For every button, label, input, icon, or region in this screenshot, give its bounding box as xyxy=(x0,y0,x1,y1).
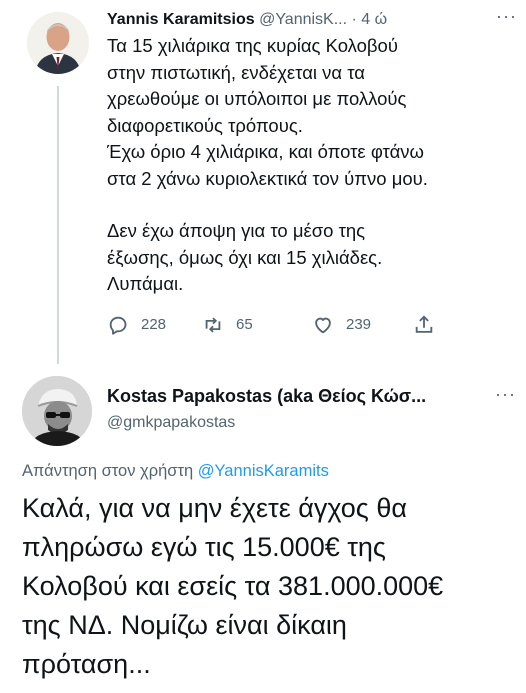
retweet-icon xyxy=(205,317,221,333)
reply-icon xyxy=(109,316,127,335)
retweet-button[interactable]: 65 xyxy=(202,313,253,337)
reply-to-prefix: Απάντηση στον χρήστη xyxy=(22,462,194,480)
reply-count: 228 xyxy=(141,316,167,333)
reply-button[interactable]: 228 xyxy=(107,313,166,337)
more-options-icon[interactable]: ··· xyxy=(496,6,517,26)
like-button[interactable]: 239 xyxy=(312,313,371,337)
like-count: 239 xyxy=(346,316,372,333)
tweet2-author-name[interactable]: Kostas Papakostas (aka Θείος Κώσ... xyxy=(107,385,517,407)
tweet1-separator: · xyxy=(351,11,357,28)
share-icon xyxy=(415,315,433,333)
tweet1-paragraph-2: Δεν έχω άποψη για το μέσο της έξωσης, όμ… xyxy=(107,220,383,294)
reply-to-mention-link[interactable]: @YannisKaramits xyxy=(198,462,329,480)
tweet1-body: Τα 15 χιλιάρικα της κυρίας Κολοβού στην … xyxy=(107,33,517,298)
tweet2-body: Καλά, για να μην έχετε άγχος θα πληρώσω … xyxy=(22,493,444,679)
tweet1-timestamp[interactable]: 4 ώ xyxy=(361,11,387,28)
reply-to-line: Απάντηση στον χρήστη @YannisKaramits xyxy=(22,461,329,481)
tweet1-action-bar: 228 65 239 xyxy=(107,313,447,337)
avatar-image xyxy=(27,12,89,74)
tweet1-paragraph-1: Τα 15 χιλιάρικα της κυρίας Κολοβού στην … xyxy=(107,35,428,189)
avatar-image xyxy=(22,376,92,446)
share-button[interactable] xyxy=(413,313,435,337)
tweet1-author-handle[interactable]: @YannisK... xyxy=(259,11,347,28)
avatar-kostas[interactable] xyxy=(22,376,92,446)
retweet-count: 65 xyxy=(236,316,253,333)
tweet2-author-handle[interactable]: @gmkpapakostas xyxy=(107,413,235,433)
thread-line xyxy=(57,86,59,364)
heart-icon xyxy=(315,317,331,334)
avatar-yannis[interactable] xyxy=(27,12,89,74)
tweet1-header: Yannis Karamitsios @YannisK... · 4 ώ ··· xyxy=(107,6,517,30)
more-options-icon[interactable]: ··· xyxy=(495,384,516,405)
tweet1-author-name[interactable]: Yannis Karamitsios xyxy=(107,11,255,28)
